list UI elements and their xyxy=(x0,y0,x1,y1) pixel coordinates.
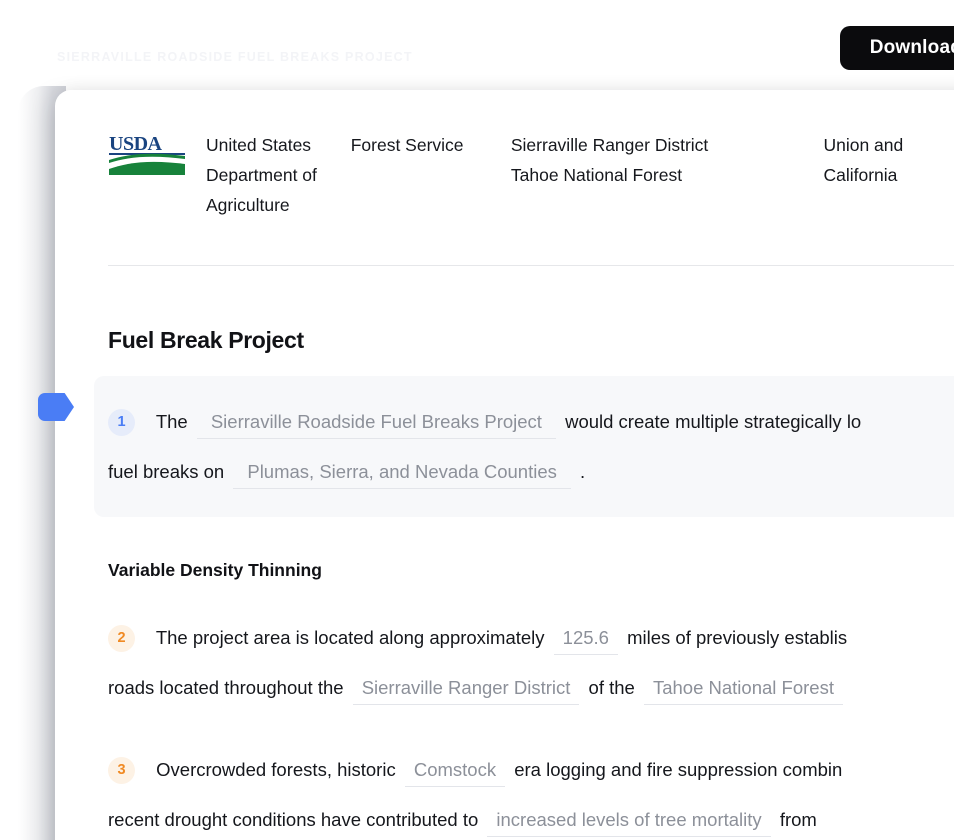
statement-3-blank-mortality[interactable]: increased levels of tree mortality xyxy=(487,805,771,837)
header-column-region: Union and California xyxy=(823,130,954,190)
statement-3-text-d: from xyxy=(779,809,817,830)
statement-row-1: 1 The Sierraville Roadside Fuel Breaks P… xyxy=(108,397,954,447)
statement-1-blank-project[interactable]: Sierraville Roadside Fuel Breaks Project xyxy=(196,407,556,439)
agency-line-3: Agriculture xyxy=(206,195,290,215)
service-line-1: Forest Service xyxy=(350,135,464,155)
statement-2-text-b: miles of previously establis xyxy=(627,627,848,648)
document-card: USDA United States Department of Agricul… xyxy=(55,90,954,840)
statement-2-blank-district[interactable]: Sierraville Ranger District xyxy=(352,673,580,705)
statement-1-text-c: fuel breaks on xyxy=(108,461,225,482)
district-line-2: Tahoe National Forest xyxy=(510,165,683,185)
header-divider xyxy=(108,265,954,266)
statement-1-text-a: The xyxy=(155,411,188,432)
statement-2-text-d: of the xyxy=(588,677,635,698)
statement-row-2: 2 The project area is located along appr… xyxy=(108,613,954,663)
download-button[interactable]: Download xyxy=(839,26,954,70)
header-column-agency: United States Department of Agriculture xyxy=(188,130,351,220)
statement-row-1-line2: fuel breaks on Plumas, Sierra, and Nevad… xyxy=(108,447,954,497)
statement-3-text-c: recent drought conditions have contribut… xyxy=(108,809,479,830)
statement-3-blank-comstock[interactable]: Comstock xyxy=(404,755,506,787)
statement-row-3: 3 Overcrowded forests, historic Comstock… xyxy=(108,745,954,795)
statement-2-text-a: The project area is located along approx… xyxy=(155,627,545,648)
agency-line-2: Department of xyxy=(206,165,317,185)
project-watermark-label: SIERRAVILLE ROADSIDE FUEL BREAKS PROJECT xyxy=(57,50,413,64)
subsection-title-thinning: Variable Density Thinning xyxy=(108,560,322,580)
statement-badge-2: 2 xyxy=(108,624,135,652)
section-title-fuel-break: Fuel Break Project xyxy=(108,327,304,353)
district-line-1: Sierraville Ranger District xyxy=(510,135,709,155)
statement-row-2-line2: roads located throughout the Sierraville… xyxy=(108,663,954,713)
region-line-2: California xyxy=(823,165,898,185)
svg-text:USDA: USDA xyxy=(109,133,163,155)
statement-badge-1: 1 xyxy=(108,408,135,436)
statement-3-text-a: Overcrowded forests, historic xyxy=(156,759,396,780)
statement-badge-3: 3 xyxy=(108,756,135,784)
statement-3-text-b: era logging and fire suppression combin xyxy=(514,759,843,780)
statement-callout: 1 The Sierraville Roadside Fuel Breaks P… xyxy=(94,376,954,517)
usda-logo-icon: USDA xyxy=(108,133,188,181)
statement-2-blank-miles[interactable]: 125.6 xyxy=(553,623,618,655)
statement-2-blank-forest[interactable]: Tahoe National Forest xyxy=(643,673,843,705)
header-column-service: Forest Service xyxy=(351,130,511,160)
statement-1-blank-counties[interactable]: Plumas, Sierra, and Nevada Counties xyxy=(233,457,571,489)
statement-row-3-line2: recent drought conditions have contribut… xyxy=(108,795,954,840)
statement-1-text-d: . xyxy=(580,461,586,482)
header-column-district: Sierraville Ranger District Tahoe Nation… xyxy=(511,130,824,190)
statement-2-text-c: roads located throughout the xyxy=(108,677,344,698)
agency-header: USDA United States Department of Agricul… xyxy=(108,130,954,220)
agency-line-1: United States xyxy=(206,135,312,155)
region-line-1: Union and xyxy=(823,135,904,155)
statement-1-text-b: would create multiple strategically lo xyxy=(565,411,862,432)
